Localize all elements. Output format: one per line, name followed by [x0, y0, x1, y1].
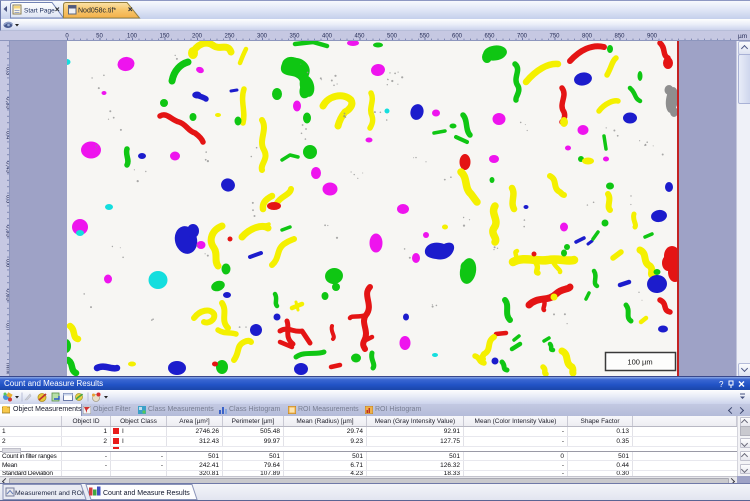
- svg-text:100 µm: 100 µm: [627, 358, 652, 367]
- svg-text:Count and Measure Results: Count and Measure Results: [103, 490, 190, 497]
- svg-text:mm: mm: [5, 363, 10, 374]
- svg-text:?: ?: [719, 380, 724, 389]
- svg-text:Start Page: Start Page: [24, 8, 55, 15]
- svg-text:Nod058c.tif*: Nod058c.tif*: [78, 8, 116, 15]
- svg-text:µm: µm: [738, 33, 747, 40]
- svg-text:Measurement and ROI: Measurement and ROI: [15, 490, 84, 497]
